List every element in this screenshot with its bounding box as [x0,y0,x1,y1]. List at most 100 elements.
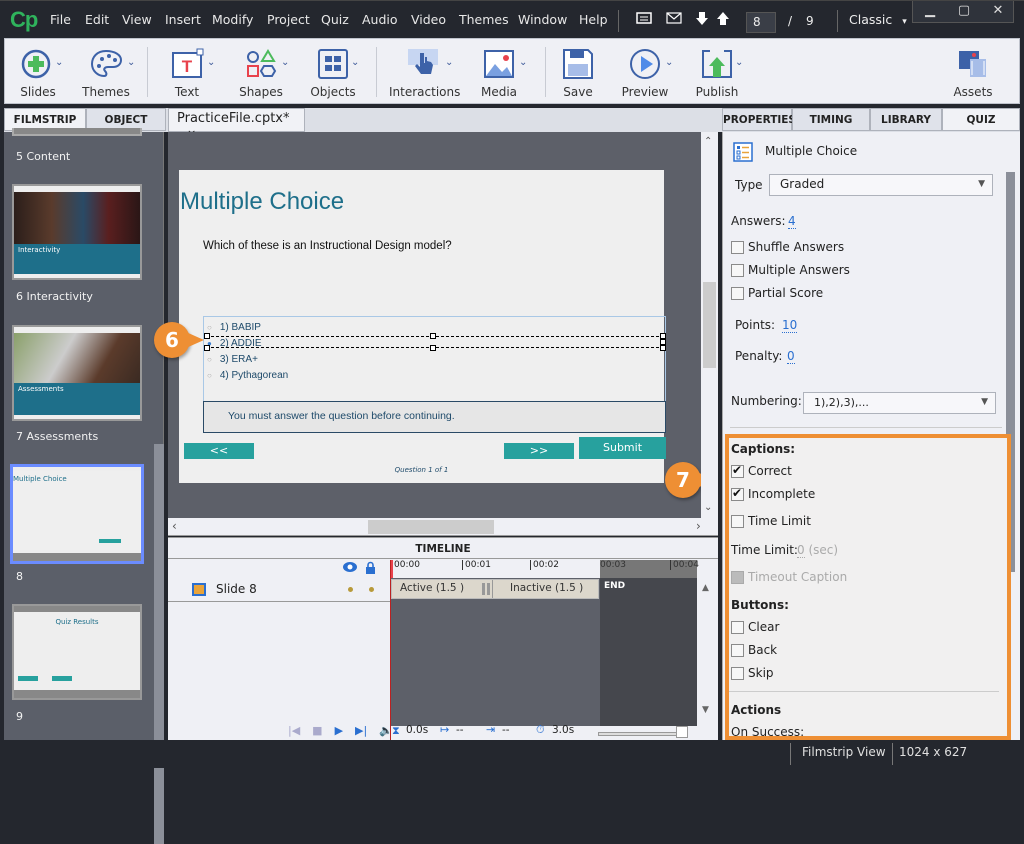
stage-vertical-scrollbar[interactable]: ⌃ ⌄ [701,132,718,518]
rewind-icon[interactable]: |◀ [288,724,300,737]
checkbox-checked[interactable] [731,486,744,501]
checkbox[interactable] [731,515,744,528]
multiple-answers-checkbox[interactable]: Multiple Answers [731,263,850,277]
back-checkbox[interactable]: Back [731,643,777,657]
scroll-thumb[interactable] [703,282,716,368]
answer-option[interactable]: ○ 1) BABIP [207,320,288,336]
checkbox[interactable] [731,644,744,657]
menu-insert[interactable]: Insert [165,12,201,27]
penalty-input[interactable]: 0 [787,349,795,364]
scroll-down-icon[interactable]: ▼ [702,705,709,715]
assets-button[interactable]: Assets [949,39,997,103]
media-button[interactable]: ⌄ Media [471,39,527,103]
menu-themes[interactable]: Themes [459,12,509,27]
scroll-thumb[interactable] [368,520,494,534]
question-text[interactable]: Which of these is an Instructional Desig… [203,240,452,252]
submit-button[interactable]: Submit [579,437,666,459]
tab-properties[interactable]: PROPERTIES [722,108,796,131]
checkbox[interactable] [731,667,744,680]
answers-count-input[interactable]: 4 [788,214,796,229]
publish-button[interactable]: ⌄ Publish [689,39,745,103]
timeline-ruler[interactable] [390,560,600,578]
back-slide-button[interactable]: << [184,443,254,459]
filmstrip-thumbnail-9[interactable]: Quiz Results [12,604,142,700]
shapes-button[interactable]: ⌄ Shapes [233,39,289,103]
scroll-down-icon[interactable]: ⌄ [704,502,712,513]
save-button[interactable]: Save [555,39,601,103]
filmstrip-thumbnail-8[interactable]: Multiple Choice [10,464,144,564]
menu-edit[interactable]: Edit [85,12,109,27]
slide-title[interactable]: Multiple Choice [180,188,344,216]
scroll-left-icon[interactable]: ‹ [172,519,177,533]
tab-library[interactable]: LIBRARY [870,108,942,131]
resize-handle[interactable] [660,345,666,351]
themes-button[interactable]: ⌄ Themes [75,39,137,103]
numbering-dropdown[interactable]: 1),2),3),... ▼ [803,392,996,414]
filmstrip-thumbnail-7[interactable]: Assessments [12,325,142,421]
arrow-down-icon[interactable] [696,12,708,30]
filmstrip-thumbnail-6[interactable]: Interactivity [12,184,142,280]
objects-button[interactable]: ⌄ Objects [305,39,361,103]
correct-checkbox[interactable]: Correct [731,463,792,478]
audio-icon[interactable]: 🔈 [379,724,393,737]
checkbox[interactable] [731,287,744,300]
menu-project[interactable]: Project [267,12,310,27]
menu-help[interactable]: Help [579,12,608,27]
arrow-up-icon[interactable] [717,12,729,30]
scroll-up-icon[interactable]: ⌃ [704,136,712,147]
time-limit-checkbox[interactable]: Time Limit [731,514,811,528]
incomplete-caption[interactable]: You must answer the question before cont… [203,401,666,433]
text-button[interactable]: T ⌄ Text [161,39,215,103]
stop-icon[interactable]: ■ [312,724,322,737]
minimize-button[interactable]: ▁ [913,3,947,21]
visibility-dot[interactable] [348,587,353,592]
zoom-slider-handle[interactable] [676,726,688,738]
checkbox[interactable] [731,621,744,634]
type-dropdown[interactable]: Graded ▼ [769,174,993,196]
filmstrip-scrollbar[interactable] [154,444,164,844]
answer-option[interactable]: ○ 4) Pythagorean [207,368,288,384]
incomplete-checkbox[interactable]: Incomplete [731,486,815,501]
resize-handle[interactable] [204,345,210,351]
menu-modify[interactable]: Modify [212,12,253,27]
lock-icon[interactable] [365,561,376,577]
resize-handle[interactable] [430,345,436,351]
scroll-right-icon[interactable]: › [696,519,701,533]
zoom-slider[interactable] [598,732,682,736]
resize-handle[interactable] [430,333,436,339]
slide-timeline-bar[interactable]: Active (1.5 ) Inactive (1.5 ) [391,579,599,599]
timeline-row-slide[interactable]: Slide 8 [168,578,390,602]
current-slide-input[interactable]: 8 [746,12,776,33]
stage-horizontal-scrollbar[interactable]: ‹ › [168,518,718,536]
clear-checkbox[interactable]: Clear [731,620,779,634]
tab-quiz[interactable]: QUIZ [942,108,1020,131]
lock-dot[interactable] [369,587,374,592]
menu-view[interactable]: View [122,12,152,27]
slides-button[interactable]: ⌄ Slides [9,39,67,103]
progress-indicator[interactable]: Question 1 of 1 [179,466,664,474]
interactions-button[interactable]: ⌄ Interactions [389,39,460,103]
resize-handle[interactable] [204,333,210,339]
pause-icon[interactable] [482,583,490,595]
checkbox[interactable] [731,264,744,277]
answer-option[interactable]: ○ 3) ERA+ [207,352,288,368]
document-tab[interactable]: PracticeFile.cptx* × [168,108,305,140]
skip-checkbox[interactable]: Skip [731,666,774,680]
checkbox[interactable] [731,241,744,254]
mail-icon[interactable] [666,11,682,29]
menu-quiz[interactable]: Quiz [321,12,349,27]
tab-timing[interactable]: TIMING [792,108,870,131]
menu-window[interactable]: Window [518,12,567,27]
menu-file[interactable]: File [50,12,71,27]
menu-video[interactable]: Video [411,12,446,27]
next-slide-button[interactable]: >> [504,443,574,459]
eye-icon[interactable] [342,561,358,577]
scroll-up-icon[interactable]: ▲ [702,583,709,593]
play-icon[interactable]: ▶ [335,724,343,737]
partial-score-checkbox[interactable]: Partial Score [731,286,823,300]
workspace-dropdown[interactable]: Classic ▾ [849,12,907,27]
maximize-button[interactable]: ▢ [947,3,981,21]
points-input[interactable]: 10 [782,318,798,333]
closed-caption-icon[interactable] [636,11,652,29]
next-icon[interactable]: ▶| [355,724,367,737]
